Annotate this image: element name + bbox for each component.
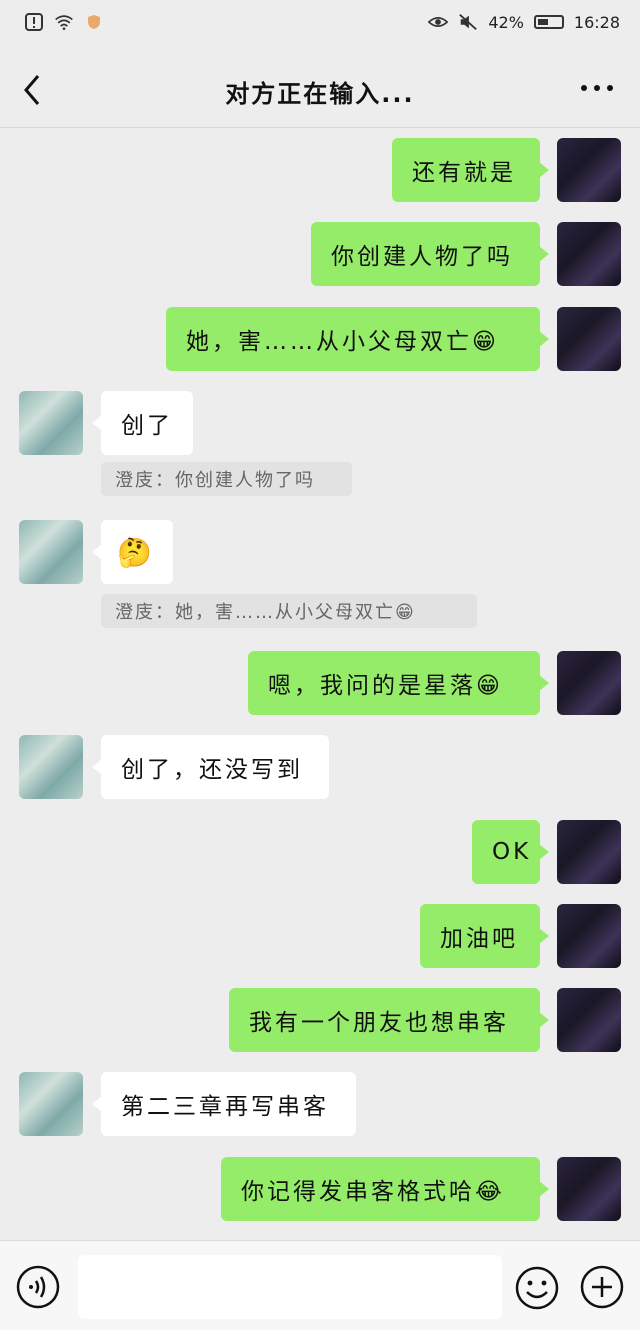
my-message-bubble[interactable]: 她，害……从小父母双亡😁 [166, 307, 549, 371]
my-avatar[interactable] [557, 307, 621, 371]
status-bar: 42% 16:28 [0, 0, 640, 50]
my-avatar[interactable] [557, 222, 621, 286]
status-right: 42% 16:28 [428, 12, 620, 32]
alert-icon [25, 13, 43, 31]
my-message-bubble[interactable]: 你创建人物了吗 [311, 222, 549, 286]
contact-message-bubble[interactable]: 创了 [92, 391, 193, 455]
my-avatar[interactable] [557, 904, 621, 968]
my-avatar[interactable] [557, 1157, 621, 1221]
eye-icon [428, 17, 449, 27]
message-input[interactable] [78, 1255, 502, 1319]
my-avatar[interactable] [557, 651, 621, 715]
emoji-icon[interactable] [514, 1265, 560, 1311]
my-message-bubble[interactable]: 我有一个朋友也想串客 [229, 988, 549, 1052]
contact-message-bubble[interactable]: 创了，还没写到 [92, 735, 329, 799]
shield-icon [88, 15, 100, 29]
contact-message-bubble[interactable]: 第二三章再写串客 [92, 1072, 356, 1136]
contact-avatar[interactable] [19, 520, 83, 584]
status-left [24, 12, 104, 32]
voice-input-icon[interactable] [16, 1265, 60, 1309]
chat-title: 对方正在输入... [225, 80, 415, 108]
plus-icon[interactable] [580, 1265, 624, 1309]
contact-avatar[interactable] [19, 735, 83, 799]
battery-icon [533, 15, 564, 29]
clock: 16:28 [573, 12, 620, 32]
chat-header: 对方正在输入... [0, 50, 640, 128]
quoted-reply[interactable]: 澄庋：她，害……从小父母双亡😁 [101, 594, 477, 628]
contact-emoji-bubble[interactable]: 🤔 [92, 520, 173, 584]
my-avatar[interactable] [557, 820, 621, 884]
input-bar [0, 1240, 640, 1330]
contact-avatar[interactable] [19, 391, 83, 455]
my-message-bubble[interactable]: OK [472, 820, 549, 884]
battery-percent: 42% [488, 12, 524, 32]
quoted-reply[interactable]: 澄庋：你创建人物了吗 [101, 462, 352, 496]
wifi-icon [55, 15, 73, 30]
my-avatar[interactable] [557, 988, 621, 1052]
my-message-bubble[interactable]: 还有就是 [392, 138, 549, 202]
contact-avatar[interactable] [19, 1072, 83, 1136]
my-avatar[interactable] [557, 138, 621, 202]
my-message-bubble[interactable]: 加油吧 [420, 904, 549, 968]
more-options-icon[interactable] [580, 80, 614, 96]
mute-icon [459, 14, 478, 30]
my-message-bubble[interactable]: 嗯，我问的是星落😁 [248, 651, 549, 715]
my-message-bubble[interactable]: 你记得发串客格式哈😂 [221, 1157, 549, 1221]
